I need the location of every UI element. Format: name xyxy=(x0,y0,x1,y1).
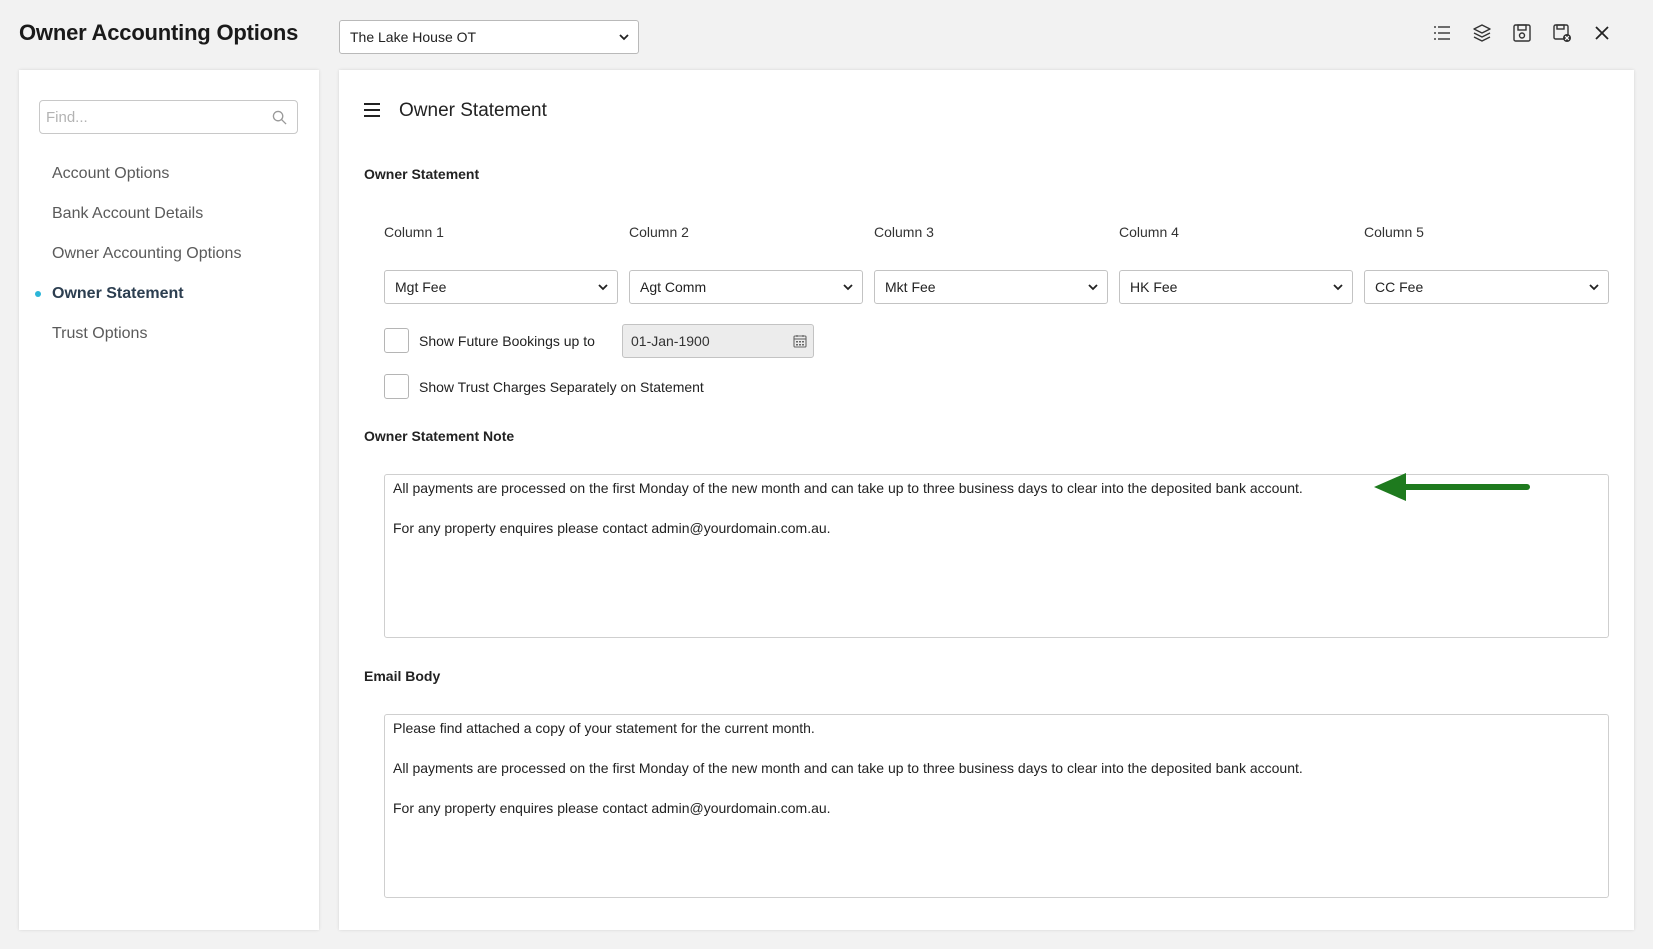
sidebar-item-label: Account Options xyxy=(52,165,170,182)
hamburger-menu-icon[interactable] xyxy=(363,102,381,118)
sidebar-item-label: Trust Options xyxy=(52,325,148,342)
trust-charges-label: Show Trust Charges Separately on Stateme… xyxy=(419,379,704,395)
column-2-select[interactable]: Agt Comm xyxy=(629,270,863,304)
search-input[interactable] xyxy=(46,102,261,132)
email-line: Please find attached a copy of your stat… xyxy=(393,720,815,736)
future-bookings-label: Show Future Bookings up to xyxy=(419,333,595,349)
column-5-label: Column 5 xyxy=(1364,224,1424,240)
sidebar-item-label: Owner Statement xyxy=(52,285,184,302)
list-icon xyxy=(1434,26,1450,40)
column-2-label: Column 2 xyxy=(629,224,689,240)
future-bookings-date-value: 01-Jan-1900 xyxy=(631,333,710,349)
list-button[interactable] xyxy=(1431,22,1453,44)
email-line: All payments are processed on the first … xyxy=(393,760,1303,776)
save-button[interactable] xyxy=(1511,22,1533,44)
column-1-value: Mgt Fee xyxy=(395,279,447,295)
save-icon xyxy=(1513,24,1531,42)
future-bookings-date-field[interactable]: 01-Jan-1900 xyxy=(622,324,814,358)
note-line: For any property enquires please contact… xyxy=(393,520,831,536)
section-title: Owner Statement xyxy=(399,100,547,121)
column-4-value: HK Fee xyxy=(1130,279,1178,295)
main-panel: Owner Statement Owner Statement Column 1… xyxy=(339,70,1634,930)
close-icon xyxy=(1595,26,1609,40)
chevron-down-icon xyxy=(619,34,629,41)
owner-statement-heading: Owner Statement xyxy=(364,166,480,182)
email-body-textarea[interactable]: Please find attached a copy of your stat… xyxy=(384,714,1609,898)
property-select[interactable]: The Lake House OT xyxy=(339,20,639,54)
sidebar-item-owner-statement[interactable]: Owner Statement xyxy=(19,274,319,314)
column-3-label: Column 3 xyxy=(874,224,934,240)
column-5-value: CC Fee xyxy=(1375,279,1424,295)
sidebar-item-account-options[interactable]: Account Options xyxy=(19,154,319,194)
trust-charges-checkbox[interactable] xyxy=(384,374,409,399)
chevron-down-icon xyxy=(1088,284,1098,291)
email-line: For any property enquires please contact… xyxy=(393,800,831,816)
top-bar: Owner Accounting Options The Lake House … xyxy=(0,0,1653,70)
sidebar-item-owner-accounting-options[interactable]: Owner Accounting Options xyxy=(19,234,319,274)
chevron-down-icon xyxy=(1333,284,1343,291)
sidebar: Account Options Bank Account Details Own… xyxy=(19,70,319,930)
close-button[interactable] xyxy=(1591,22,1613,44)
column-3-value: Mkt Fee xyxy=(885,279,936,295)
sidebar-item-label: Owner Accounting Options xyxy=(52,245,242,262)
column-3-select[interactable]: Mkt Fee xyxy=(874,270,1108,304)
layers-icon xyxy=(1473,24,1491,42)
chevron-down-icon xyxy=(1589,284,1599,291)
toolbar xyxy=(1431,22,1613,44)
sidebar-item-trust-options[interactable]: Trust Options xyxy=(19,314,319,354)
save-and-close-button[interactable] xyxy=(1551,22,1573,44)
active-indicator-dot xyxy=(35,291,41,297)
property-select-value: The Lake House OT xyxy=(350,29,477,45)
column-1-select[interactable]: Mgt Fee xyxy=(384,270,618,304)
column-4-label: Column 4 xyxy=(1119,224,1179,240)
email-body-heading: Email Body xyxy=(364,668,441,684)
owner-statement-note-heading: Owner Statement Note xyxy=(364,428,515,444)
search-icon[interactable] xyxy=(272,110,287,125)
sidebar-item-label: Bank Account Details xyxy=(52,205,204,222)
column-2-value: Agt Comm xyxy=(640,279,707,295)
find-box xyxy=(39,100,298,134)
sidebar-item-bank-account-details[interactable]: Bank Account Details xyxy=(19,194,319,234)
column-5-select[interactable]: CC Fee xyxy=(1364,270,1609,304)
column-4-select[interactable]: HK Fee xyxy=(1119,270,1353,304)
sidebar-nav: Account Options Bank Account Details Own… xyxy=(19,154,319,354)
chevron-down-icon xyxy=(843,284,853,291)
save-close-icon xyxy=(1553,24,1571,42)
page-title: Owner Accounting Options xyxy=(19,20,299,45)
annotation-arrow-icon xyxy=(1374,473,1530,501)
chevron-down-icon xyxy=(598,284,608,291)
calendar-icon[interactable] xyxy=(793,334,807,348)
future-bookings-checkbox[interactable] xyxy=(384,328,409,353)
column-1-label: Column 1 xyxy=(384,224,444,240)
layers-button[interactable] xyxy=(1471,22,1493,44)
